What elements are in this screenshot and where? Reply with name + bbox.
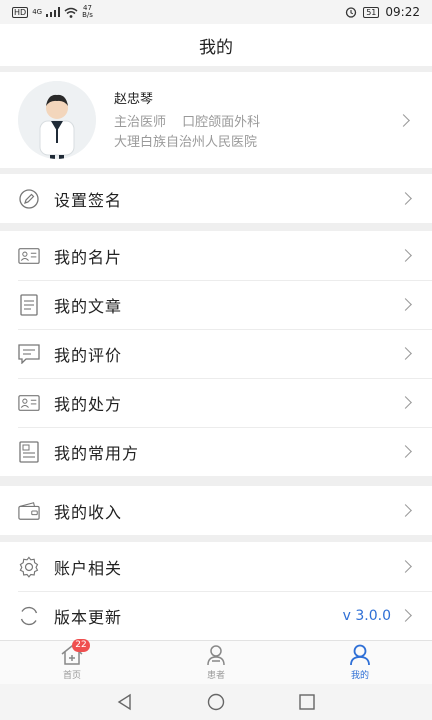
chevron-right-icon xyxy=(399,560,412,573)
menu-label-common-prescriptions: 我的常用方 xyxy=(54,443,140,463)
prescription-card-icon xyxy=(18,392,40,414)
tab-mine[interactable]: 我的 xyxy=(288,641,432,684)
menu-item-reviews[interactable]: 我的评价 xyxy=(0,329,432,378)
battery-icon: 51 xyxy=(363,6,380,18)
income-group: 我的收入 xyxy=(0,486,432,535)
version-number: v 3.0.0 xyxy=(342,607,391,624)
doctor-name: 赵忠琴 xyxy=(114,91,154,107)
status-bar: HD 4G 47 B/s 51 09:22 xyxy=(0,0,432,24)
hd-indicator: HD xyxy=(12,6,29,18)
menu-item-account[interactable]: 账户相关 xyxy=(0,542,432,591)
bottom-tab-bar: 22 首页 患者 我的 xyxy=(0,639,432,684)
menu-item-card[interactable]: 我的名片 xyxy=(0,231,432,280)
doctor-avatar-icon xyxy=(18,81,96,159)
tab-label-patients: 患者 xyxy=(206,671,225,681)
speed-unit: B/s xyxy=(82,11,93,19)
network-type: 4G xyxy=(32,7,43,16)
menu-item-common-prescriptions[interactable]: 我的常用方 xyxy=(0,427,432,476)
recents-icon[interactable] xyxy=(298,693,316,711)
pen-icon xyxy=(18,188,40,210)
menu-label-update: 版本更新 xyxy=(54,607,123,627)
home-circle-icon[interactable] xyxy=(207,693,225,711)
profile-menu-group: 我的名片 我的文章 我的评价 我的处方 我的常用方 xyxy=(0,231,432,476)
menu-item-signature[interactable]: 设置签名 xyxy=(0,174,432,223)
page-title: 我的 xyxy=(199,37,233,58)
gear-icon xyxy=(18,556,40,578)
chevron-right-icon xyxy=(399,249,412,262)
doctor-title-line: 主治医师 口腔颌面外科 xyxy=(114,113,399,133)
network-speed: 47 B/s xyxy=(82,5,93,19)
id-card-icon xyxy=(18,245,40,267)
clock: 09:22 xyxy=(385,5,420,19)
wallet-icon xyxy=(18,500,40,522)
avatar xyxy=(18,81,96,159)
system-nav-bar xyxy=(0,684,432,720)
chevron-right-icon xyxy=(399,504,412,517)
user-icon xyxy=(348,644,372,666)
tab-label-home: 首页 xyxy=(62,671,81,681)
document-list-icon xyxy=(18,440,40,463)
menu-item-income[interactable]: 我的收入 xyxy=(0,486,432,535)
chevron-right-icon xyxy=(399,396,412,409)
back-icon[interactable] xyxy=(116,693,134,711)
doctor-hospital: 大理白族自治州人民医院 xyxy=(114,134,258,150)
profile-card[interactable]: 赵忠琴 主治医师 口腔颌面外科 大理白族自治州人民医院 xyxy=(0,72,432,168)
article-icon xyxy=(18,293,40,316)
menu-label-income: 我的收入 xyxy=(54,502,123,522)
home-icon: 22 xyxy=(60,639,90,666)
menu-label-account: 账户相关 xyxy=(54,558,123,578)
page-header: 我的 xyxy=(0,24,432,66)
menu-label-articles: 我的文章 xyxy=(54,296,123,316)
profile-info: 赵忠琴 主治医师 口腔颌面外科 大理白族自治州人民医院 xyxy=(114,88,399,153)
menu-item-update[interactable]: 版本更新 v 3.0.0 xyxy=(0,591,432,640)
home-badge: 22 xyxy=(72,639,90,652)
tab-label-mine: 我的 xyxy=(350,671,369,681)
alarm-icon xyxy=(346,7,357,18)
chevron-right-icon xyxy=(399,192,412,205)
menu-label-signature: 设置签名 xyxy=(54,190,123,210)
comment-icon xyxy=(18,343,40,365)
cellular-signal-icon xyxy=(46,7,61,17)
signature-group: 设置签名 xyxy=(0,174,432,223)
tab-patients[interactable]: 患者 xyxy=(144,641,288,684)
refresh-icon xyxy=(18,605,40,627)
chevron-right-icon xyxy=(399,609,412,622)
menu-item-prescriptions[interactable]: 我的处方 xyxy=(0,378,432,427)
menu-item-articles[interactable]: 我的文章 xyxy=(0,280,432,329)
wifi-icon xyxy=(64,7,78,18)
tab-home[interactable]: 22 首页 xyxy=(0,639,144,684)
chevron-right-icon xyxy=(399,445,412,458)
doctor-title: 主治医师 xyxy=(114,114,167,130)
settings-group: 账户相关 版本更新 v 3.0.0 xyxy=(0,542,432,640)
patients-icon xyxy=(204,644,228,666)
menu-label-reviews: 我的评价 xyxy=(54,345,123,365)
chevron-right-icon xyxy=(399,347,412,360)
menu-label-card: 我的名片 xyxy=(54,247,123,267)
chevron-right-icon xyxy=(399,298,412,311)
doctor-department: 口腔颌面外科 xyxy=(182,114,261,130)
chevron-right-icon xyxy=(397,113,410,127)
menu-label-prescriptions: 我的处方 xyxy=(54,394,123,414)
